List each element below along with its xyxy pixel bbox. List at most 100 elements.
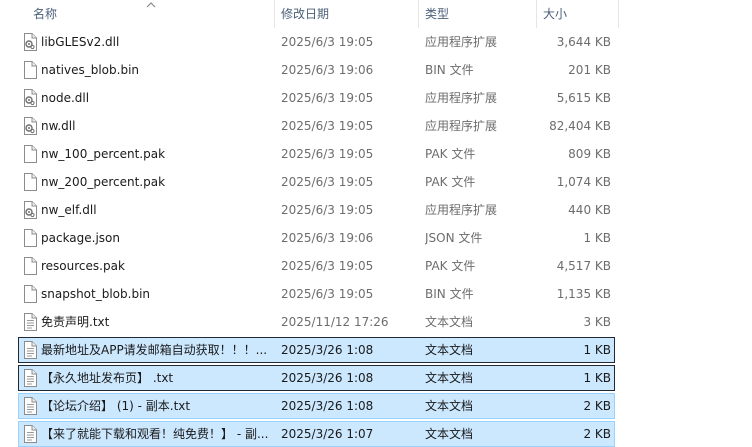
column-header-type[interactable]: 类型 [425, 0, 449, 28]
file-date-modified: 2025/3/26 1:08 [281, 399, 374, 413]
file-type: 应用程序扩展 [425, 119, 498, 133]
file-size: 3 KB [583, 315, 611, 329]
file-date-modified: 2025/3/26 1:08 [281, 343, 374, 357]
sort-ascending-icon[interactable] [145, 0, 157, 9]
file-row[interactable]: 【论坛介绍】 (1) - 副本.txt 2025/3/26 1:08 文本文档 2 K… [18, 393, 615, 419]
dll-file-icon [23, 89, 37, 107]
file-row[interactable]: snapshot_blob.bin 2025/6/3 19:05 BIN 文件 1,1… [18, 281, 615, 307]
file-date-modified: 2025/11/12 17:26 [281, 315, 389, 329]
file-name: nw_elf.dll [41, 203, 97, 217]
file-name: natives_blob.bin [41, 63, 140, 77]
file-size: 1,135 KB [556, 287, 611, 301]
file-name: nw.dll [41, 119, 76, 133]
file-row[interactable]: nw_elf.dll 2025/6/3 19:05 应用程序扩展 440 KB [18, 197, 615, 223]
file-date-modified: 2025/3/26 1:08 [281, 371, 374, 385]
blank-file-icon [23, 229, 37, 247]
file-size: 1 KB [583, 343, 611, 357]
file-name: 【来了就能下载和观看！纯免费！】 - 副... [41, 427, 269, 441]
file-row[interactable]: 最新地址及APP请发邮箱自动获取！！！... 2025/3/26 1:08 文本文档… [18, 337, 615, 363]
file-size: 82,404 KB [549, 119, 611, 133]
file-name: package.json [41, 231, 121, 245]
file-name: snapshot_blob.bin [41, 287, 151, 301]
file-date-modified: 2025/6/3 19:05 [281, 119, 374, 133]
file-name: 【永久地址发布页】 .txt [41, 371, 174, 385]
column-header-date[interactable]: 修改日期 [281, 0, 329, 28]
file-size: 5,615 KB [556, 91, 611, 105]
file-name: 免责声明.txt [41, 315, 110, 329]
file-size: 1 KB [583, 371, 611, 385]
column-divider[interactable] [418, 0, 419, 28]
dll-file-icon [23, 201, 37, 219]
file-type: PAK 文件 [425, 147, 476, 161]
file-type: 应用程序扩展 [425, 203, 498, 217]
blank-file-icon [23, 145, 37, 163]
file-row[interactable]: node.dll 2025/6/3 19:05 应用程序扩展 5,615 KB [18, 85, 615, 111]
text-file-icon [23, 369, 37, 387]
file-date-modified: 2025/6/3 19:05 [281, 35, 374, 49]
file-type: 文本文档 [425, 427, 474, 441]
file-row[interactable]: libGLESv2.dll 2025/6/3 19:05 应用程序扩展 3,644 K… [18, 29, 615, 55]
file-row[interactable]: natives_blob.bin 2025/6/3 19:06 BIN 文件 201 … [18, 57, 615, 83]
column-divider[interactable] [618, 0, 619, 28]
file-date-modified: 2025/6/3 19:05 [281, 91, 374, 105]
column-divider[interactable] [536, 0, 537, 28]
file-size: 3,644 KB [556, 35, 611, 49]
file-row[interactable]: 【来了就能下载和观看！纯免费！】 - 副... 2025/3/26 1:07 文本文… [18, 421, 615, 447]
file-date-modified: 2025/6/3 19:06 [281, 231, 374, 245]
file-type: JSON 文件 [425, 231, 483, 245]
file-type: BIN 文件 [425, 63, 474, 77]
file-date-modified: 2025/6/3 19:06 [281, 63, 374, 77]
file-name: 最新地址及APP请发邮箱自动获取！！！... [41, 343, 268, 357]
file-type: 应用程序扩展 [425, 35, 498, 49]
file-size: 2 KB [583, 399, 611, 413]
file-row[interactable]: nw_200_percent.pak 2025/6/3 19:05 PAK 文件 1,… [18, 169, 615, 195]
file-type: PAK 文件 [425, 175, 476, 189]
file-type: PAK 文件 [425, 259, 476, 273]
text-file-icon [23, 341, 37, 359]
file-size: 2 KB [583, 427, 611, 441]
file-row[interactable]: nw.dll 2025/6/3 19:05 应用程序扩展 82,404 KB [18, 113, 615, 139]
file-size: 809 KB [568, 147, 611, 161]
column-header-name[interactable]: 名称 [33, 0, 57, 28]
file-row[interactable]: 【永久地址发布页】 .txt 2025/3/26 1:08 文本文档 1 KB [18, 365, 615, 391]
file-size: 1,074 KB [556, 175, 611, 189]
file-type: BIN 文件 [425, 287, 474, 301]
file-row[interactable]: resources.pak 2025/6/3 19:05 PAK 文件 4,517 K… [18, 253, 615, 279]
file-date-modified: 2025/6/3 19:05 [281, 259, 374, 273]
file-size: 1 KB [583, 231, 611, 245]
file-row[interactable]: package.json 2025/6/3 19:06 JSON 文件 1 KB [18, 225, 615, 251]
file-type: 应用程序扩展 [425, 91, 498, 105]
file-name: nw_200_percent.pak [41, 175, 166, 189]
text-file-icon [23, 397, 37, 415]
file-date-modified: 2025/6/3 19:05 [281, 203, 374, 217]
blank-file-icon [23, 173, 37, 191]
file-name: libGLESv2.dll [41, 35, 120, 49]
dll-file-icon [23, 117, 37, 135]
file-name: node.dll [41, 91, 90, 105]
blank-file-icon [23, 61, 37, 79]
file-size: 440 KB [568, 203, 611, 217]
file-size: 201 KB [568, 63, 611, 77]
file-type: 文本文档 [425, 399, 474, 413]
dll-file-icon [23, 33, 37, 51]
column-header: 名称 修改日期 类型 大小 [0, 0, 752, 28]
file-name: nw_100_percent.pak [41, 147, 166, 161]
column-header-size[interactable]: 大小 [543, 0, 567, 28]
file-type: 文本文档 [425, 315, 474, 329]
column-divider[interactable] [274, 0, 275, 28]
text-file-icon [23, 425, 37, 443]
file-date-modified: 2025/6/3 19:05 [281, 287, 374, 301]
file-size: 4,517 KB [556, 259, 611, 273]
text-file-icon [23, 313, 37, 331]
file-row[interactable]: 免责声明.txt 2025/11/12 17:26 文本文档 3 KB [18, 309, 615, 335]
file-date-modified: 2025/3/26 1:07 [281, 427, 374, 441]
file-name: resources.pak [41, 259, 125, 273]
file-date-modified: 2025/6/3 19:05 [281, 147, 374, 161]
blank-file-icon [23, 285, 37, 303]
file-date-modified: 2025/6/3 19:05 [281, 175, 374, 189]
blank-file-icon [23, 257, 37, 275]
file-type: 文本文档 [425, 371, 474, 385]
file-name: 【论坛介绍】 (1) - 副本.txt [41, 399, 191, 413]
file-type: 文本文档 [425, 343, 474, 357]
file-row[interactable]: nw_100_percent.pak 2025/6/3 19:05 PAK 文件 80… [18, 141, 615, 167]
